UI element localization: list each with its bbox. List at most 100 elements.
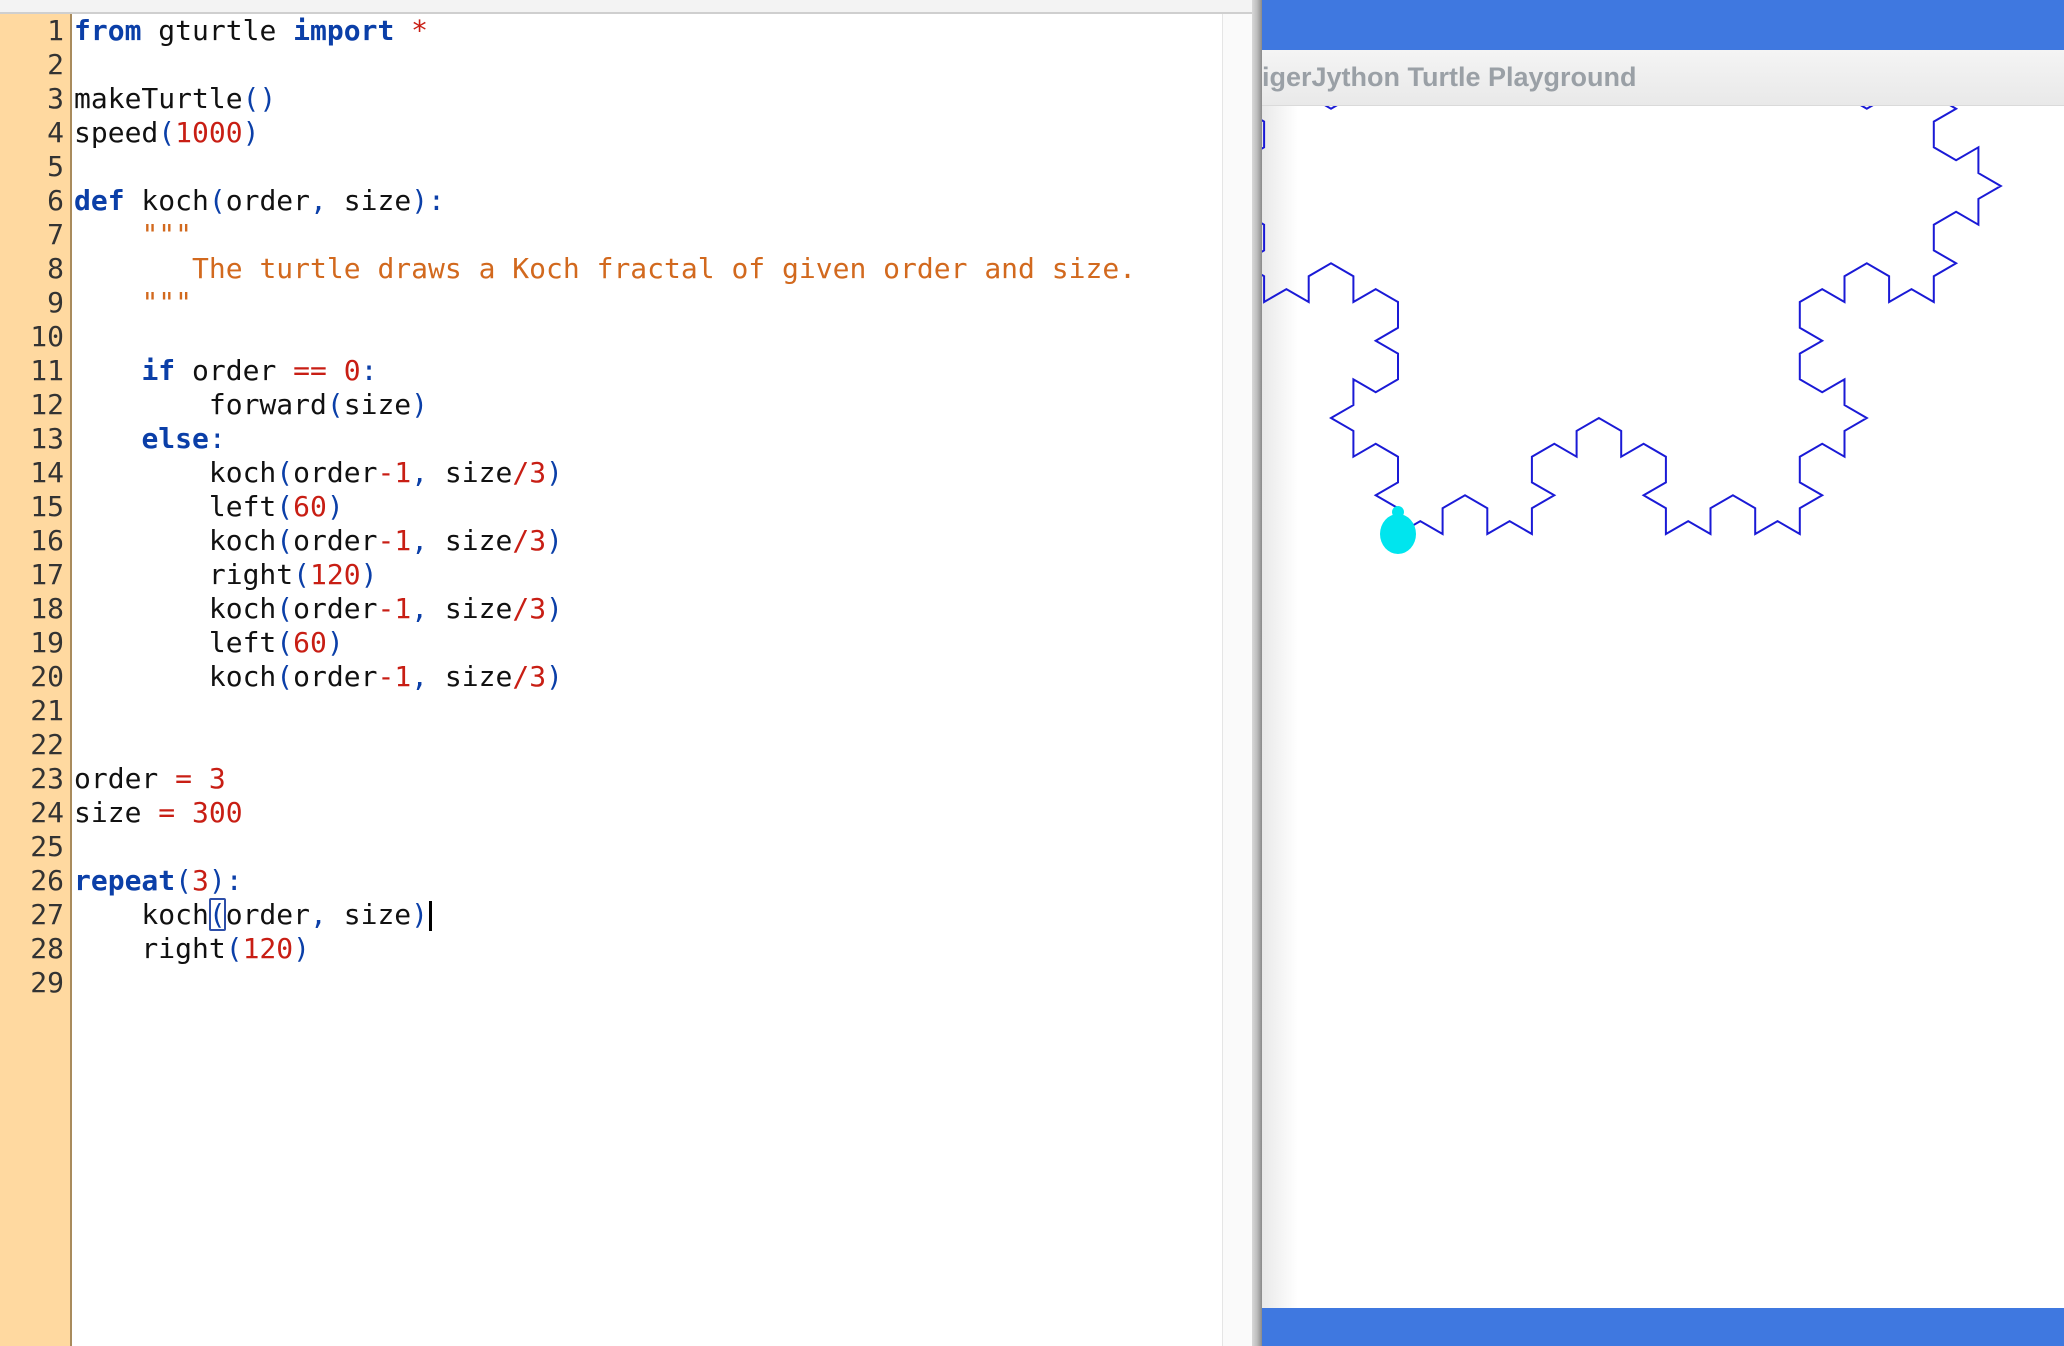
code-token: koch: [74, 456, 277, 489]
code-token: ): [326, 490, 344, 523]
line-number: 16: [30, 524, 64, 557]
code-token: ): [546, 660, 563, 693]
line-number: 15: [30, 490, 64, 523]
code-token: ): [326, 626, 344, 659]
code-token: left: [74, 626, 277, 659]
code-token: order: [225, 898, 311, 931]
code-token: order: [293, 660, 378, 693]
code-line[interactable]: makeTurtle(): [74, 82, 276, 116]
code-token: 3: [192, 864, 209, 897]
code-token: size: [326, 898, 412, 931]
code-token: (: [276, 660, 294, 693]
code-line[interactable]: koch(order-1, size/3): [74, 524, 563, 558]
code-line[interactable]: """: [74, 218, 192, 252]
code-token: makeTurtle: [74, 82, 243, 115]
code-line[interactable]: The turtle draws a Koch fractal of given…: [74, 252, 1136, 286]
code-token: ): [293, 932, 311, 965]
code-token: 60: [293, 626, 327, 659]
code-token: gturtle: [141, 14, 294, 47]
code-line[interactable]: """: [74, 286, 192, 320]
code-token: size: [74, 796, 159, 829]
code-token: (: [276, 490, 294, 523]
code-editor[interactable]: 1 2 3 4 5 6 7 8 9 10 11 12 13 14 15 16 17 18 19 20 21 22 23 24 2…: [0, 0, 1252, 1346]
line-number: 27: [30, 898, 64, 931]
line-number: 11: [30, 354, 64, 387]
code-token: koch: [74, 660, 277, 693]
code-token: /: [512, 524, 530, 557]
code-line[interactable]: left(60): [74, 490, 344, 524]
code-line[interactable]: koch(order, size): [74, 898, 433, 932]
code-token: 0: [343, 354, 361, 387]
code-token: 300: [192, 796, 243, 829]
code-line[interactable]: if order == 0:: [74, 354, 377, 388]
editor-scrollbar[interactable]: [1222, 14, 1252, 1346]
turtle-canvas: [1262, 106, 2064, 1308]
code-token: (: [276, 592, 294, 625]
code-token: (: [326, 388, 344, 421]
line-number: 12: [30, 388, 64, 421]
code-line[interactable]: speed(1000): [74, 116, 259, 150]
turtle-head-icon: [1392, 506, 1404, 518]
code-line[interactable]: koch(order-1, size/3): [74, 592, 563, 626]
code-token: koch: [124, 184, 209, 217]
code-line[interactable]: from gturtle import *: [74, 14, 428, 48]
code-token: size: [428, 524, 513, 557]
code-token: 120: [242, 932, 294, 965]
line-number: 20: [30, 660, 64, 693]
code-token: order: [293, 524, 378, 557]
code-token: """: [141, 286, 193, 319]
code-token: """: [141, 218, 193, 251]
koch-snowflake-drawing: [1262, 106, 2003, 554]
code-token: koch: [74, 898, 209, 931]
line-number: 26: [30, 864, 64, 897]
code-token: 1: [394, 660, 412, 693]
line-number: 19: [30, 626, 64, 659]
code-token: ): [242, 116, 260, 149]
line-number: 14: [30, 456, 64, 489]
code-line[interactable]: right(120): [74, 558, 378, 592]
code-token: 3: [529, 660, 547, 693]
code-token: from: [74, 14, 142, 47]
code-token: ,: [310, 898, 327, 931]
code-token: ,: [310, 184, 327, 217]
line-number: 21: [30, 694, 64, 727]
code-line[interactable]: koch(order-1, size/3): [74, 456, 563, 490]
code-token: -: [377, 592, 395, 625]
code-line[interactable]: forward(size): [74, 388, 428, 422]
code-token: (: [293, 558, 311, 591]
code-token: -: [377, 524, 395, 557]
code-line[interactable]: size = 300: [74, 796, 243, 830]
code-token: :: [360, 354, 378, 387]
code-token: 3: [208, 762, 226, 795]
code-token: order: [225, 184, 311, 217]
code-token: ,: [411, 660, 429, 693]
code-token: ,: [411, 592, 429, 625]
code-area[interactable]: from gturtle import * makeTurtle() speed(1…: [74, 14, 1224, 1346]
code-token: 1: [394, 524, 412, 557]
code-line[interactable]: def koch(order, size):: [74, 184, 445, 218]
code-token: size: [428, 592, 513, 625]
code-token: (: [276, 456, 294, 489]
playground-titlebar[interactable]: igerJython Turtle Playground: [1262, 50, 2064, 106]
code-line[interactable]: order = 3: [74, 762, 226, 796]
code-line[interactable]: repeat(3):: [74, 864, 243, 898]
code-line[interactable]: left(60): [74, 626, 344, 660]
code-line[interactable]: koch(order-1, size/3): [74, 660, 563, 694]
split-pane-divider[interactable]: [1252, 0, 1262, 1346]
playground-title: igerJython Turtle Playground: [1262, 62, 1637, 92]
code-token: import: [293, 14, 395, 47]
code-line[interactable]: else:: [74, 422, 225, 456]
code-line[interactable]: right(120): [74, 932, 310, 966]
code-token: ): [546, 592, 563, 625]
code-token: -: [377, 660, 395, 693]
code-token: ==: [293, 354, 327, 387]
code-token: size: [343, 388, 412, 421]
line-number: 2: [47, 48, 64, 81]
code-token: (: [276, 524, 294, 557]
code-token: (): [242, 82, 277, 115]
line-number: 28: [30, 932, 64, 965]
